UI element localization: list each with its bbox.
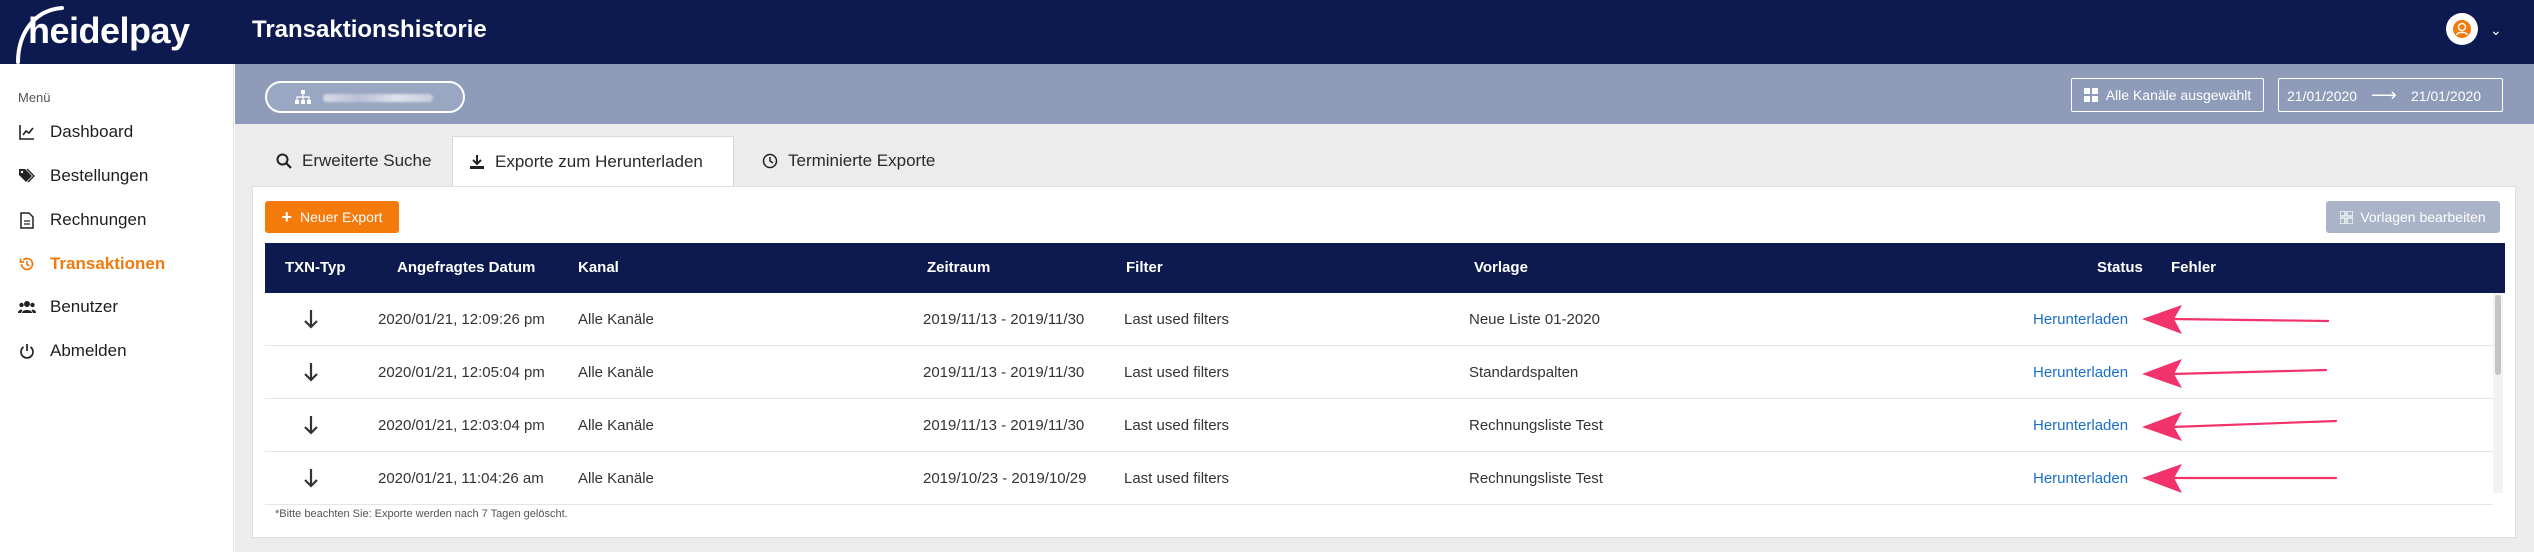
cell-period: 2019/11/13 - 2019/11/30: [923, 311, 1085, 328]
users-icon: [18, 298, 36, 316]
user-circle-icon: [2453, 20, 2471, 38]
chart-line-icon: [18, 123, 36, 141]
download-link[interactable]: Herunterladen: [2033, 417, 2128, 434]
user-avatar[interactable]: [2446, 13, 2478, 45]
table-row: 2020/01/21, 11:04:26 am Alle Kanäle 2019…: [265, 452, 2493, 505]
chevron-down-icon[interactable]: ⌄: [2490, 22, 2502, 39]
search-icon: [276, 153, 292, 169]
cell-date: 2020/01/21, 12:09:26 pm: [378, 311, 545, 328]
logo[interactable]: heidelpay: [0, 0, 234, 64]
col-txn-type: TXN-Typ: [285, 259, 346, 276]
cell-period: 2019/10/23 - 2019/10/29: [923, 470, 1087, 487]
arrow-down-icon: [304, 416, 318, 435]
table-header: TXN-Typ Angefragtes Datum Kanal Zeitraum…: [265, 243, 2505, 293]
col-status: Status: [2097, 259, 2143, 276]
sidebar-item-label: Bestellungen: [50, 166, 149, 185]
logo-text: heidelpay: [28, 10, 190, 51]
tab-label: Terminierte Exporte: [788, 151, 936, 170]
tab-label: Erweiterte Suche: [302, 151, 432, 170]
power-icon: [18, 342, 36, 360]
new-export-button[interactable]: + Neuer Export: [265, 201, 399, 233]
cell-channel: Alle Kanäle: [578, 311, 654, 328]
cell-channel: Alle Kanäle: [578, 470, 654, 487]
sitemap-icon: [295, 90, 311, 104]
edit-templates-label: Vorlagen bearbeiten: [2360, 209, 2486, 225]
arrow-down-icon: [304, 363, 318, 382]
date-from: 21/01/2020: [2287, 88, 2358, 104]
tags-icon: [18, 167, 36, 185]
annotation-arrow: [2142, 412, 2338, 441]
cell-template: Standardspalten: [1469, 364, 1579, 381]
download-link[interactable]: Herunterladen: [2033, 364, 2128, 381]
sidebar-item-bestellungen[interactable]: Bestellungen: [18, 163, 148, 189]
cell-template: Rechnungsliste Test: [1469, 417, 1603, 434]
col-period: Zeitraum: [927, 259, 991, 276]
sidebar-item-label: Rechnungen: [50, 210, 147, 229]
edit-templates-button[interactable]: Vorlagen bearbeiten: [2326, 201, 2500, 233]
cell-filter: Last used filters: [1124, 364, 1230, 381]
grid-icon: [2083, 88, 2098, 102]
table-row: 2020/01/21, 12:03:04 pm Alle Kanäle 2019…: [265, 399, 2493, 452]
history-icon: [18, 255, 36, 273]
sidebar-item-label: Transaktionen: [50, 254, 166, 273]
cell-channel: Alle Kanäle: [578, 417, 654, 434]
date-to: 21/01/2020: [2411, 88, 2482, 104]
cell-channel: Alle Kanäle: [578, 364, 654, 381]
sidebar-item-label: Dashboard: [50, 122, 134, 141]
sidebar-heading: Menü: [18, 90, 51, 105]
col-requested-date: Angefragtes Datum: [397, 259, 536, 276]
cell-date: 2020/01/21, 12:05:04 pm: [378, 364, 545, 381]
arrow-down-icon: [304, 469, 318, 488]
sidebar-item-label: Abmelden: [50, 341, 127, 360]
sidebar-item-dashboard[interactable]: Dashboard: [18, 119, 133, 145]
cell-period: 2019/11/13 - 2019/11/30: [923, 417, 1085, 434]
file-icon: [18, 211, 36, 229]
col-filter: Filter: [1126, 259, 1163, 276]
channels-button[interactable]: Alle Kanäle ausgewählt: [2071, 78, 2264, 112]
annotation-arrow: [2142, 464, 2338, 493]
grid-list-icon: [2340, 210, 2354, 224]
cell-filter: Last used filters: [1124, 470, 1230, 487]
clock-icon: [762, 153, 778, 169]
tab-terminierte-exporte[interactable]: Terminierte Exporte: [746, 136, 951, 186]
arrow-right-icon: ⟶: [2371, 85, 2397, 105]
date-range-picker[interactable]: 21/01/2020 ⟶ 21/01/2020: [2278, 78, 2503, 112]
download-link[interactable]: Herunterladen: [2033, 470, 2128, 487]
tab-erweiterte-suche[interactable]: Erweiterte Suche: [260, 136, 447, 186]
annotation-arrow: [2142, 305, 2330, 334]
new-export-label: Neuer Export: [300, 209, 383, 225]
sidebar-item-abmelden[interactable]: Abmelden: [18, 338, 127, 364]
sidebar-item-label: Benutzer: [50, 297, 119, 316]
merchant-name-blurred: [323, 94, 433, 102]
arrow-down-icon: [304, 310, 318, 329]
cell-filter: Last used filters: [1124, 417, 1230, 434]
footnote: *Bitte beachten Sie: Exporte werden nach…: [275, 508, 568, 520]
table-row: 2020/01/21, 12:09:26 pm Alle Kanäle 2019…: [265, 293, 2493, 346]
sidebar-item-benutzer[interactable]: Benutzer: [18, 294, 118, 320]
cell-template: Rechnungsliste Test: [1469, 470, 1603, 487]
merchant-selector[interactable]: [265, 81, 465, 113]
tab-exporte[interactable]: Exporte zum Herunterladen: [452, 136, 734, 186]
cell-filter: Last used filters: [1124, 311, 1230, 328]
scrollbar-thumb[interactable]: [2495, 295, 2501, 375]
sidebar-item-rechnungen[interactable]: Rechnungen: [18, 207, 146, 233]
tab-label: Exporte zum Herunterladen: [495, 151, 703, 171]
download-icon: [469, 154, 485, 170]
page-title: Transaktionshistorie: [252, 16, 487, 43]
col-template: Vorlage: [1474, 259, 1528, 276]
download-link[interactable]: Herunterladen: [2033, 311, 2128, 328]
plus-icon: +: [281, 206, 293, 227]
col-channel: Kanal: [578, 259, 619, 276]
col-errors: Fehler: [2171, 259, 2217, 276]
channels-label: Alle Kanäle ausgewählt: [2105, 87, 2252, 103]
table-row: 2020/01/21, 12:05:04 pm Alle Kanäle 2019…: [265, 346, 2493, 399]
cell-date: 2020/01/21, 11:04:26 am: [378, 470, 544, 487]
cell-period: 2019/11/13 - 2019/11/30: [923, 364, 1085, 381]
cell-template: Neue Liste 01-2020: [1469, 311, 1600, 328]
table-scrollbar[interactable]: [2493, 293, 2503, 493]
cell-date: 2020/01/21, 12:03:04 pm: [378, 417, 545, 434]
annotation-arrow: [2142, 359, 2328, 388]
sidebar-item-transaktionen[interactable]: Transaktionen: [18, 251, 165, 277]
